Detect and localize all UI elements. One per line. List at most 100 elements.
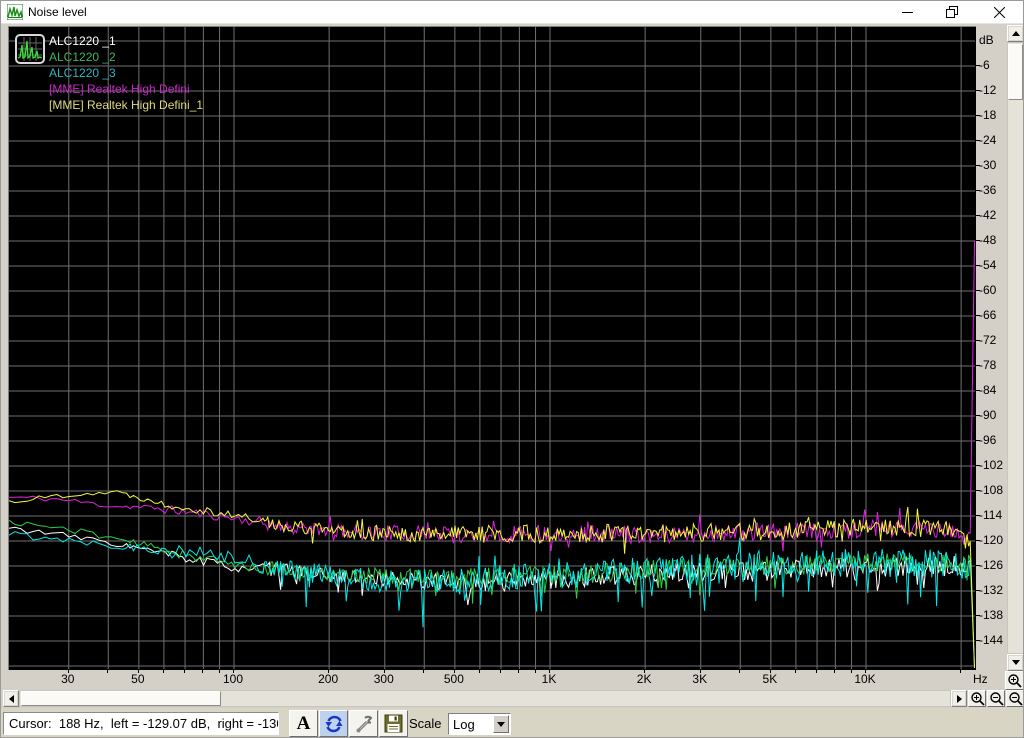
close-icon — [993, 6, 1005, 18]
arrow-down-icon — [1011, 660, 1020, 665]
db-tick-mark — [976, 365, 980, 366]
frequency-tick-label: 200 — [318, 672, 339, 686]
db-tick-mark — [976, 115, 980, 116]
db-tick-label: -30 — [979, 158, 997, 172]
restore-button[interactable] — [932, 1, 972, 23]
close-button[interactable] — [979, 1, 1019, 23]
frequency-tick-label: 2K — [636, 672, 652, 686]
frequency-tick-mark — [107, 669, 109, 673]
app-window: Noise level ALC1220 _1 ALC1220 _2 ALC122… — [0, 0, 1024, 738]
db-tick-mark — [976, 265, 980, 266]
legend-toggle-button[interactable] — [15, 34, 45, 64]
save-button[interactable] — [379, 710, 408, 737]
db-tick-mark — [976, 515, 980, 516]
db-tick-label: -60 — [979, 283, 997, 297]
db-tick-mark — [976, 140, 980, 141]
db-tick-mark — [976, 590, 980, 591]
arrow-up-icon — [1011, 31, 1020, 36]
frequency-tick-mark — [162, 669, 164, 673]
magnifier-plus-icon — [1008, 674, 1022, 688]
db-tick-label: -84 — [979, 383, 997, 397]
vscroll-track[interactable] — [1007, 42, 1023, 654]
db-tick-label: -102 — [979, 458, 1004, 472]
db-tick-label: -108 — [979, 483, 1004, 497]
frequency-tick-label: 1K — [541, 672, 557, 686]
frequency-tick-mark — [794, 669, 796, 673]
window-title: Noise level — [28, 5, 87, 19]
frequency-tick-mark — [816, 669, 818, 673]
spectrum-curve — [8, 531, 975, 669]
db-tick-label: -144 — [979, 633, 1004, 647]
refresh-button[interactable] — [319, 710, 348, 737]
db-tick-label: -42 — [979, 208, 997, 222]
vscroll-up-button[interactable] — [1007, 25, 1023, 42]
frequency-axis: 30 50 100 200 300 500 1K 2K 3K 5K 10K Hz — [1, 669, 1007, 690]
db-tick-mark — [976, 165, 980, 166]
db-tick-label: -90 — [979, 408, 997, 422]
frequency-tick-label: 3K — [692, 672, 708, 686]
legend: ALC1220 _1 ALC1220 _2 ALC1220 _3 [MME] Real… — [49, 33, 203, 113]
floppy-disk-icon — [384, 714, 403, 733]
db-tick-mark — [976, 540, 980, 541]
scale-dropdown-button[interactable] — [493, 715, 509, 733]
zoom-out-vertical-button[interactable] — [1006, 690, 1023, 707]
settings-button[interactable] — [349, 710, 378, 737]
arrow-right-icon — [956, 694, 962, 703]
db-axis: dB -6 -12 -18 -24 -30 -36 -42 -48 -54 -60 -66 -72 -78… — [976, 26, 1007, 692]
db-tick-mark — [976, 615, 980, 616]
legend-item: ALC1220 _1 — [49, 34, 116, 48]
wrench-icon — [356, 715, 372, 732]
db-tick-mark — [976, 240, 980, 241]
magnifier-minus-icon — [1008, 692, 1023, 706]
frequency-tick-mark — [184, 669, 186, 673]
magnifier-minus-icon — [989, 692, 1004, 706]
titlebar[interactable]: Noise level — [1, 1, 1023, 24]
frequency-tick-label: 500 — [443, 672, 464, 686]
hscroll-left-button[interactable] — [3, 690, 19, 707]
frequency-tick-label: 100 — [222, 672, 244, 686]
restore-icon — [946, 6, 958, 18]
legend-item: [MME] Realtek High Defini — [49, 82, 190, 96]
app-icon — [7, 4, 23, 20]
vscroll-down-button[interactable] — [1007, 654, 1023, 671]
db-tick-label: -18 — [979, 108, 997, 122]
legend-item: ALC1220 _3 — [49, 66, 116, 80]
spectrum-mini-icon — [17, 37, 43, 61]
db-tick-mark — [976, 65, 980, 66]
zoom-in-horizontal-button[interactable] — [968, 690, 986, 707]
db-tick-label: -132 — [979, 583, 1004, 597]
hscroll-track[interactable] — [19, 690, 951, 707]
db-tick-label: -6 — [979, 58, 990, 72]
frequency-tick-mark — [478, 669, 480, 673]
minimize-button[interactable] — [887, 1, 927, 23]
db-tick-mark — [976, 640, 980, 641]
minimize-icon — [901, 11, 913, 13]
db-tick-label: -120 — [979, 533, 1004, 547]
scale-value: Log — [453, 717, 475, 732]
db-tick-mark — [976, 565, 980, 566]
scale-combobox[interactable]: Log — [448, 713, 511, 735]
db-tick-label: -54 — [979, 258, 997, 272]
hscroll-thumb[interactable] — [21, 691, 221, 706]
frequency-tick-label: 30 — [61, 672, 75, 686]
db-tick-label: -12 — [979, 83, 997, 97]
db-tick-label: -72 — [979, 333, 997, 347]
frequency-tick-mark — [423, 669, 425, 673]
font-button[interactable]: A — [289, 710, 318, 737]
hscroll-right-button[interactable] — [951, 690, 967, 707]
spectrum-plot[interactable]: ALC1220 _1 ALC1220 _2 ALC1220 _3 [MME] Real… — [8, 26, 976, 670]
db-tick-label: -66 — [979, 308, 997, 322]
frequency-tick-mark — [850, 669, 852, 673]
db-tick-label: -138 — [979, 608, 1004, 622]
db-tick-mark — [976, 190, 980, 191]
font-a-icon: A — [296, 712, 311, 734]
vscroll-thumb[interactable] — [1008, 44, 1023, 100]
refresh-icon — [325, 715, 342, 732]
db-tick-mark — [976, 215, 980, 216]
frequency-tick-mark — [202, 669, 204, 673]
db-tick-mark — [976, 290, 980, 291]
db-tick-mark — [976, 465, 980, 466]
zoom-in-vertical-button[interactable] — [1005, 671, 1023, 690]
db-tick-mark — [976, 340, 980, 341]
zoom-out-horizontal-button[interactable] — [987, 690, 1005, 707]
